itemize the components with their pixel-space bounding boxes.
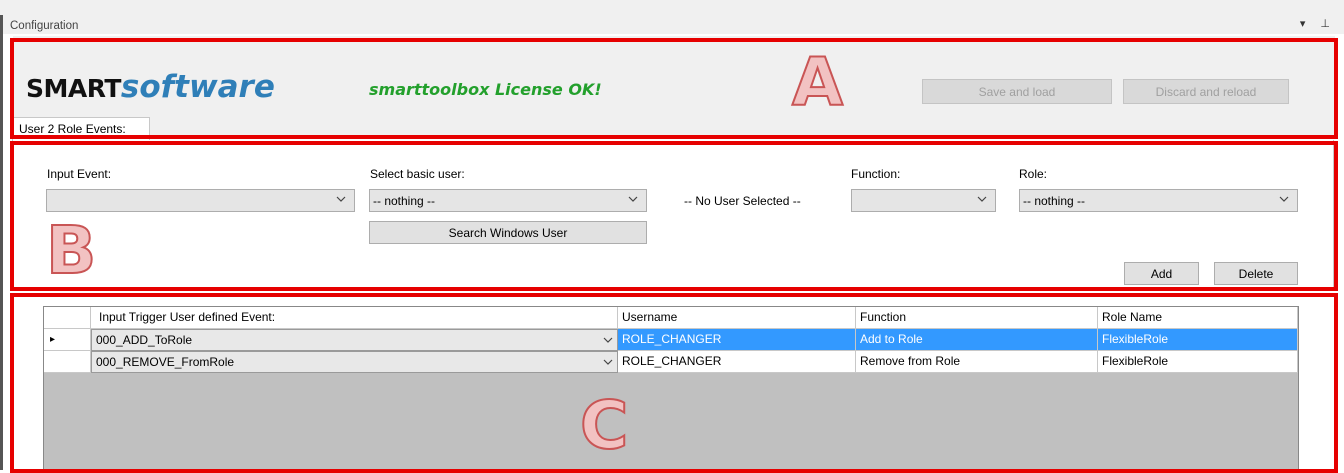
annotation-frame-a (10, 38, 1338, 139)
annotation-letter-c: C (579, 387, 629, 464)
annotation-letter-b: B (45, 212, 97, 289)
window-titlebar: Configuration ▾ ⊥ (0, 0, 1344, 34)
annotation-frame-c (10, 293, 1338, 473)
window-controls[interactable]: ▾ ⊥ (1300, 17, 1336, 30)
annotation-letter-a: A (791, 44, 844, 121)
annotation-frame-b (10, 141, 1338, 291)
window-left-edge (0, 15, 3, 470)
window-title: Configuration (10, 20, 79, 32)
